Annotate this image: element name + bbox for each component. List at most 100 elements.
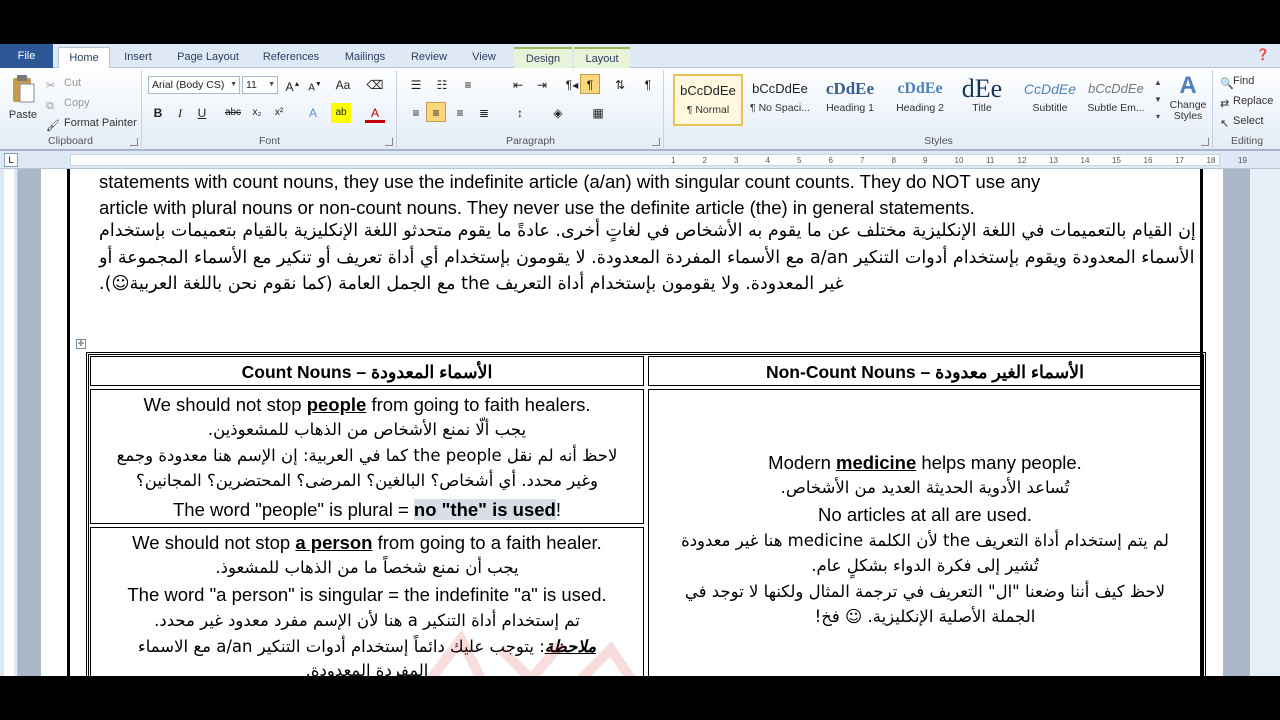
decrease-indent-icon[interactable]: ⇤ [508,75,528,95]
align-left-icon[interactable]: ≡ [406,103,426,123]
font-launcher[interactable] [385,138,393,146]
font-size-combo[interactable]: 11 ▼ [242,76,278,94]
ruler-number: 4 [765,156,770,165]
key-word: a person [295,532,373,553]
horizontal-ruler[interactable]: L 1 2 3 4 5 6 7 8 9 10 11 12 13 14 15 16 17 18 19 [0,151,1280,169]
clear-formatting-icon[interactable]: ⌫ [365,75,385,95]
style-sample: bCcDdEe [1088,81,1144,96]
tab-table-layout[interactable]: Layout [574,47,630,68]
font-color-button[interactable]: A [365,103,385,123]
paragraph-group: ☰ ☷ ≡ ⇤ ⇥ ¶◂ ¶ ⇅ ¶ ≡ ≡ ≡ ≣ ↕ ◈ ▦ Paragra… [398,70,664,148]
style-subtitle[interactable]: CcDdEe Subtitle [1015,74,1085,126]
clipboard-launcher[interactable] [130,138,138,146]
numbering-icon[interactable]: ☷ [432,75,452,95]
bold-button[interactable]: B [148,103,168,123]
tab-mailings[interactable]: Mailings [336,47,394,68]
increase-indent-icon[interactable]: ⇥ [532,75,552,95]
copy-label: Copy [64,97,90,109]
sort-icon[interactable]: ⇅ [610,75,630,95]
highlight-icon[interactable]: ab [331,103,351,123]
change-styles-button[interactable]: A Change Styles [1165,72,1211,132]
ruler-number: 5 [797,156,802,165]
change-case-button[interactable]: Aa [333,75,353,95]
search-icon: 🔍 [1220,78,1234,91]
paste-button[interactable]: Paste [6,74,40,130]
table-move-handle[interactable]: ✛ [76,339,86,349]
align-right-icon[interactable]: ≡ [450,103,470,123]
tab-review[interactable]: Review [404,47,454,68]
shading-icon[interactable]: ◈ [548,103,568,123]
vertical-ruler[interactable] [0,169,18,676]
strikethrough-button[interactable]: abc [223,103,243,123]
tab-home[interactable]: Home [58,47,110,69]
document-page[interactable]: statements with count nouns, they use th… [41,169,1223,676]
arabic-note: الجملة الأصلية الإنكليزية. ☺ فخ! [814,607,1036,626]
articles-table[interactable]: Count Nouns – الأسماء المعدودة Non-Count… [86,352,1206,676]
show-marks-rtl-icon[interactable]: ¶ [580,74,600,94]
borders-icon[interactable]: ▦ [588,103,608,123]
bullets-icon[interactable]: ☰ [406,75,426,95]
style-name: Heading 2 [896,102,944,114]
header-non-count-nouns[interactable]: Non-Count Nouns – الأسماء الغير معدودة [648,356,1202,386]
help-icon[interactable]: ❓ [1256,48,1270,61]
italic-button[interactable]: I [170,103,190,123]
key-word: people [306,394,367,415]
find-label: Find [1233,75,1255,87]
align-center-icon[interactable]: ≡ [426,102,446,122]
vertical-scrollbar[interactable] [1250,169,1280,676]
text-fragment: from going to a faith healer. [372,532,602,553]
ruler-number: 11 [986,156,995,165]
multilevel-list-icon[interactable]: ≡ [458,75,478,95]
font-group: Arial (Body CS) ▼ 11 ▼ A▲ A▼ Aa ⌫ B I U ab… [143,70,397,148]
arabic-note: وغير محدد. أي أشخاص؟ البالغين؟ المرضى؟ ا… [136,471,598,490]
text-fragment: ! [555,499,561,520]
tab-references[interactable]: References [256,47,326,68]
style-subtle-emphasis[interactable]: bCcDdEe Subtle Em... [1081,74,1151,126]
select-button[interactable]: ↖ Select [1220,112,1264,130]
arabic-translation: تُساعد الأدوية الحديثة العديد من الأشخاص… [780,478,1070,497]
replace-button[interactable]: ⇄ Replace [1220,92,1273,110]
underline-button[interactable]: U [192,103,212,123]
style-normal[interactable]: bCcDdEe ¶ Normal [673,74,743,126]
replace-label: Replace [1233,95,1274,107]
text-effects-button[interactable]: A [303,103,323,123]
tab-page-layout[interactable]: Page Layout [170,47,246,68]
copy-button[interactable]: ⧉ Copy [46,94,90,112]
example-sentence: We should not stop people from going to … [91,394,643,416]
pilcrow-icon[interactable]: ¶ [638,75,658,95]
superscript-button[interactable]: x² [269,103,289,123]
justify-icon[interactable]: ≣ [474,103,494,123]
cut-button[interactable]: ✂ Cut [46,74,81,92]
grow-font-button[interactable]: A▲ [283,75,303,95]
paintbrush-icon: 🖌 [46,120,60,133]
paragraph-launcher[interactable] [652,138,660,146]
styles-scroll[interactable]: ▲ ▼ ▾ [1153,74,1163,126]
style-title[interactable]: dEe Title [947,74,1017,126]
tab-table-design[interactable]: Design [514,47,572,68]
shrink-font-button[interactable]: A▼ [305,75,325,95]
styles-launcher[interactable] [1201,138,1209,146]
ruler-number: 15 [1112,156,1121,165]
rtl-direction-icon[interactable]: ¶◂ [562,75,582,95]
format-painter-button[interactable]: 🖌 Format Painter [46,114,137,132]
cell-count-plural[interactable]: We should not stop people from going to … [90,389,644,524]
subscript-button[interactable]: x₂ [247,103,267,123]
tab-view[interactable]: View [462,47,506,68]
style-heading-1[interactable]: cDdEe Heading 1 [815,74,885,126]
style-heading-2[interactable]: cDdEe Heading 2 [885,74,955,126]
highlighted-text: no "the" is used [413,499,556,520]
cell-non-count[interactable]: Modern medicine helps many people. تُساع… [648,389,1202,676]
paragraph-group-label: Paragraph [505,135,556,147]
ruler-number: 16 [1143,156,1153,165]
tab-insert[interactable]: Insert [118,47,158,68]
replace-icon: ⇄ [1220,98,1230,111]
tab-file[interactable]: File [0,44,53,68]
font-name-combo[interactable]: Arial (Body CS) ▼ [148,76,240,94]
style-no-spacing[interactable]: bCcDdEe ¶ No Spaci... [745,74,815,126]
line-spacing-icon[interactable]: ↕ [510,103,530,123]
style-sample: bCcDdEe [752,81,808,96]
clipboard-group-label: Clipboard [48,135,93,147]
header-count-nouns[interactable]: Count Nouns – الأسماء المعدودة [90,356,644,386]
find-button[interactable]: 🔍Find [1220,72,1254,90]
tab-selector[interactable]: L [4,153,18,167]
